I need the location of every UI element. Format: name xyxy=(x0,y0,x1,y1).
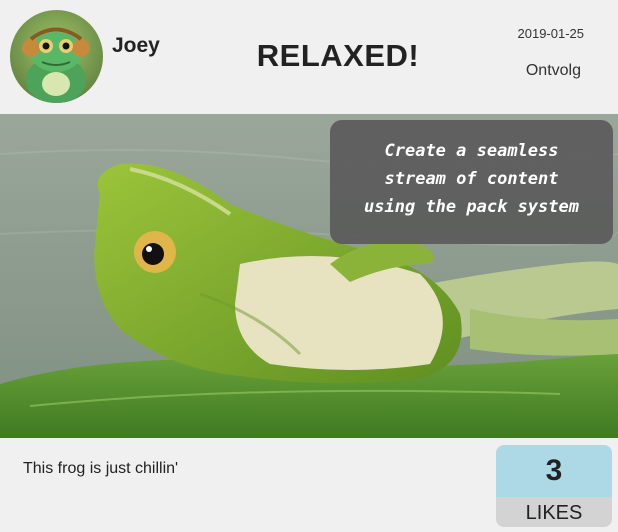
unfollow-button[interactable]: Ontvolg xyxy=(526,62,581,80)
post-caption: This frog is just chillin' xyxy=(23,460,179,477)
like-button[interactable]: 3 LIKES xyxy=(496,445,612,527)
promo-overlay: Create a seamless stream of content usin… xyxy=(330,120,613,244)
post-header: Joey RELAXED! 2019-01-25 Ontvolg xyxy=(0,0,618,114)
post-date: 2019-01-25 xyxy=(517,26,585,41)
overlay-line: Create a seamless xyxy=(384,141,559,161)
likes-count: 3 xyxy=(496,445,612,497)
overlay-line: stream of content xyxy=(384,169,559,189)
likes-label: LIKES xyxy=(496,497,612,527)
post-card: Joey RELAXED! 2019-01-25 Ontvolg Create … xyxy=(0,0,618,532)
overlay-line: using the pack system xyxy=(364,197,579,217)
